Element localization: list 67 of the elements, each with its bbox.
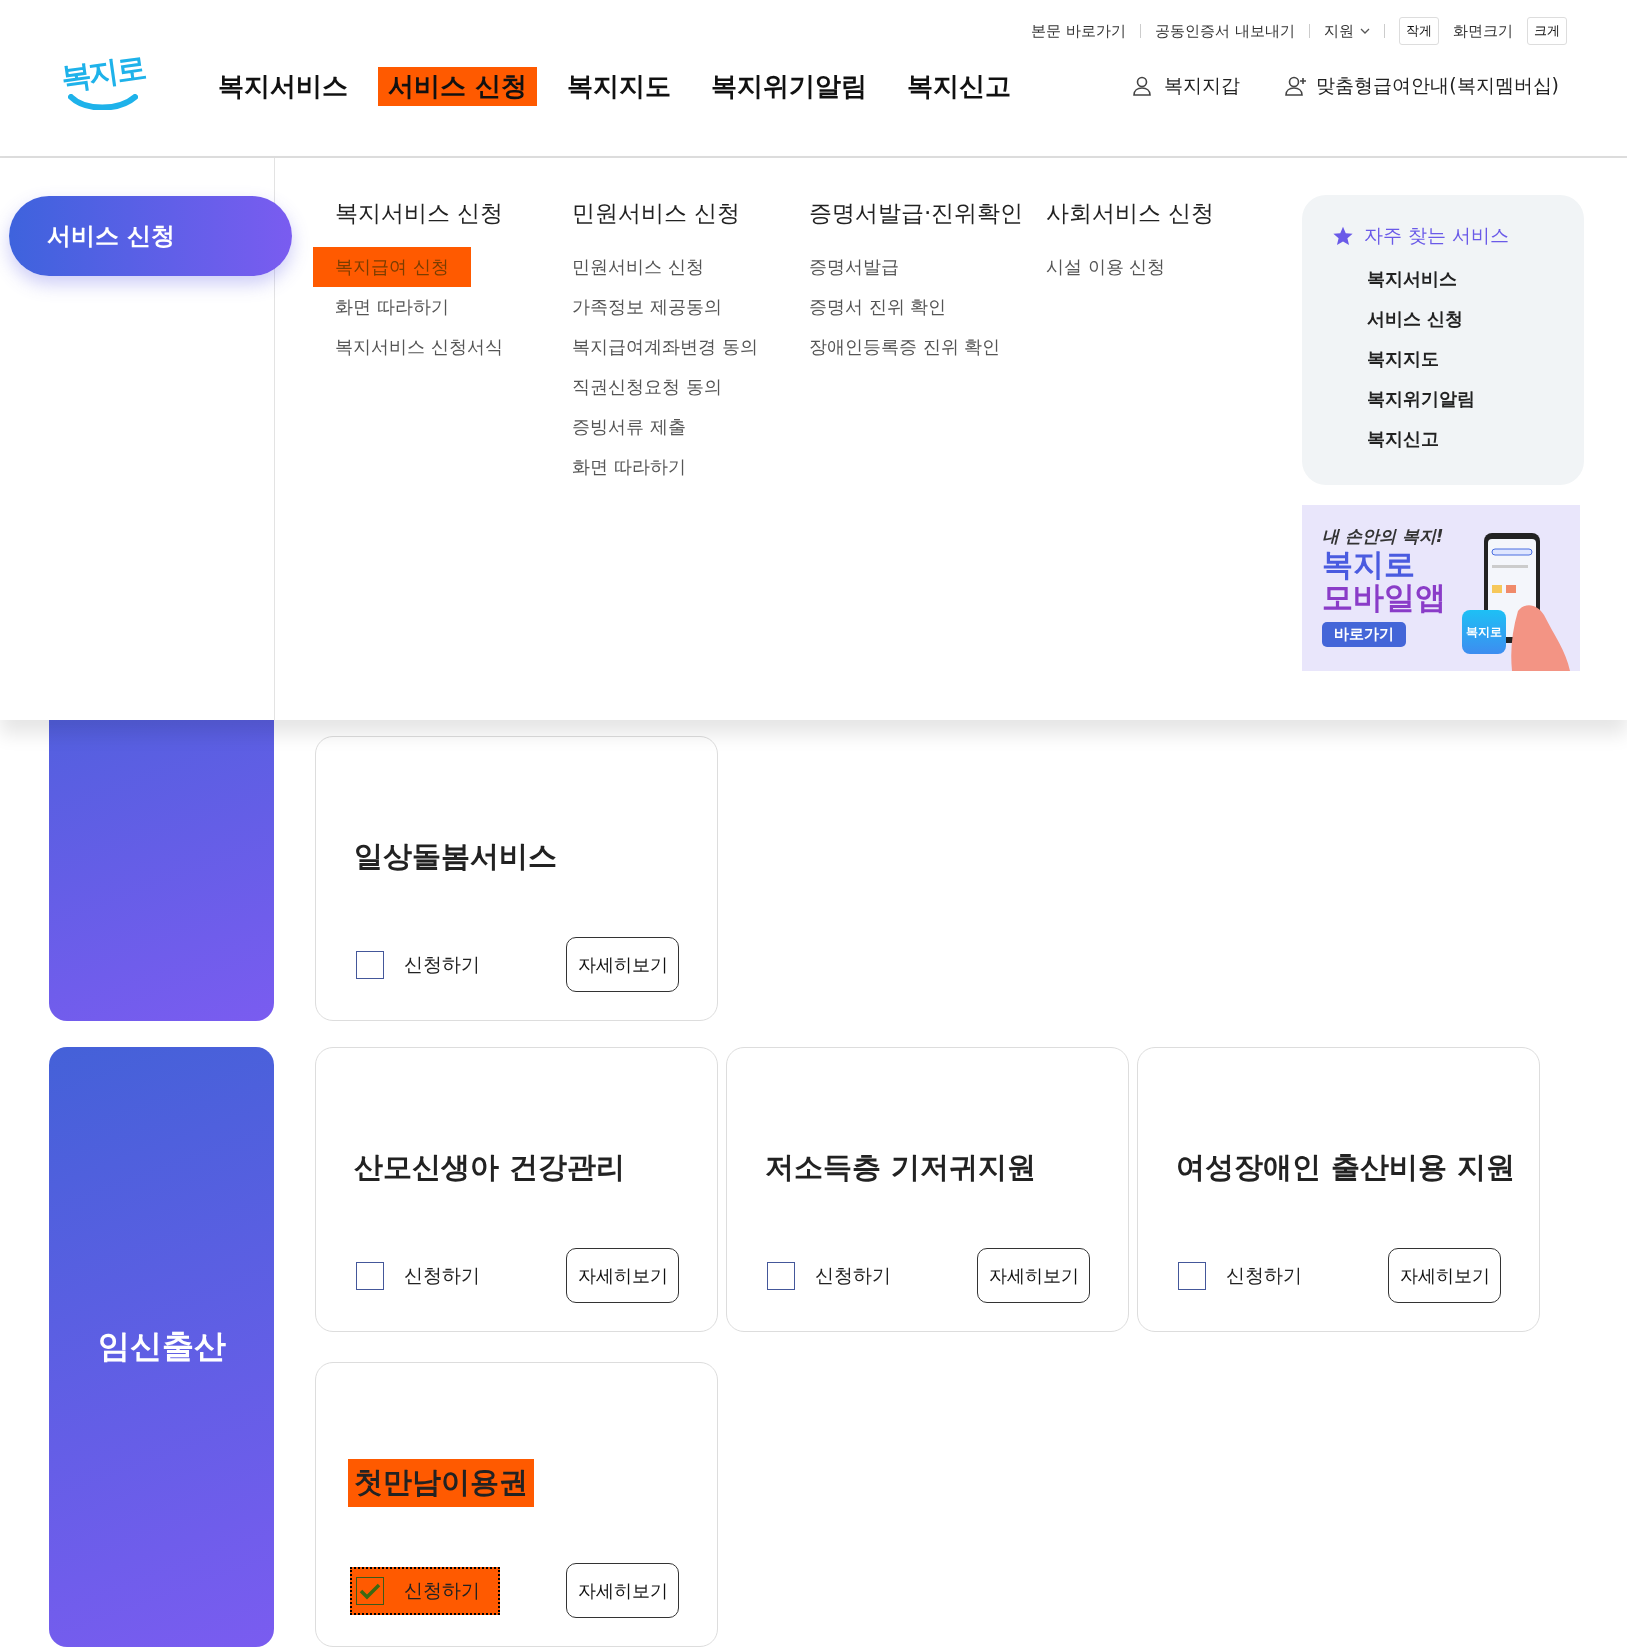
user-link[interactable]: 맞춤형급여안내(복지멤버십)	[1284, 73, 1559, 99]
favorite-link[interactable]: 복지지도	[1367, 339, 1584, 379]
apply-checkbox[interactable]: 신청하기	[350, 1251, 500, 1300]
banner-title: 복지로	[1322, 548, 1416, 581]
chevron-down-icon	[1360, 28, 1370, 34]
banner-tagline: 내 손안의 복지!	[1322, 525, 1445, 548]
service-title: 산모신생아 건강관리	[353, 1149, 627, 1186]
menu-link[interactable]: 시설 이용 신청	[1024, 247, 1188, 287]
app-icon: 복지로	[1462, 610, 1506, 654]
nav-item[interactable]: 복지서비스	[208, 66, 358, 106]
service-title: 일상돌봄서비스	[353, 838, 558, 875]
menu-link[interactable]: 장애인등록증 진위 확인	[787, 327, 1023, 367]
category-title: 임신출산	[97, 1326, 226, 1367]
menu-link[interactable]: 증명서 진위 확인	[787, 287, 969, 327]
menu-link[interactable]: 민원서비스 신청	[550, 247, 726, 287]
service-title: 저소득층 기저귀지원	[764, 1149, 1038, 1186]
details-button[interactable]: 자세히보기	[566, 1563, 679, 1618]
favorite-link[interactable]: 서비스 신청	[1367, 299, 1584, 339]
active-menu-tab[interactable]: 서비스 신청	[9, 196, 292, 276]
apply-checkbox[interactable]: 신청하기	[350, 940, 500, 989]
menu-heading: 민원서비스 신청	[572, 199, 742, 228]
star-icon	[1332, 225, 1354, 247]
service-title: 여성장애인 출산비용 지원	[1175, 1149, 1517, 1186]
menu-link[interactable]: 화면 따라하기	[313, 287, 471, 327]
font-larger-button[interactable]: 크게	[1527, 17, 1567, 45]
details-button[interactable]: 자세히보기	[566, 1248, 679, 1303]
menu-link[interactable]: 복지급여계좌변경 동의	[550, 327, 780, 367]
nav-item[interactable]: 복지지도	[557, 66, 682, 106]
checkbox[interactable]	[767, 1261, 795, 1290]
checkbox[interactable]	[356, 950, 384, 979]
details-button[interactable]: 자세히보기	[1388, 1248, 1501, 1303]
app-banner[interactable]: 내 손안의 복지! 복지로 모바일앱 바로가기 복지로	[1302, 505, 1580, 671]
nav-item[interactable]: 복지위기알림	[701, 66, 878, 106]
menu-link[interactable]: 화면 따라하기	[550, 447, 708, 487]
banner-title: 모바일앱	[1322, 581, 1446, 614]
menu-link[interactable]: 가족정보 제공동의	[550, 287, 744, 327]
checkbox[interactable]	[1178, 1261, 1206, 1290]
apply-checkbox[interactable]: 신청하기	[761, 1251, 911, 1300]
user-link[interactable]: 복지지갑	[1132, 73, 1241, 99]
font-size-label: 화면크기	[1453, 21, 1513, 41]
details-button[interactable]: 자세히보기	[977, 1248, 1090, 1303]
nav-item[interactable]: 서비스 신청	[378, 66, 538, 106]
menu-heading: 사회서비스 신청	[1046, 199, 1216, 228]
menu-heading: 복지서비스 신청	[335, 199, 505, 228]
favorite-link[interactable]: 복지위기알림	[1367, 379, 1584, 419]
menu-link[interactable]: 증빙서류 제출	[550, 407, 708, 447]
apply-checkbox[interactable]: 신청하기	[1172, 1251, 1322, 1300]
person-add-icon	[1284, 75, 1309, 97]
menu-link[interactable]: 직권신청요청 동의	[550, 367, 744, 407]
check-icon	[359, 1581, 381, 1600]
service-title: 첫만남이용권	[348, 1459, 534, 1507]
checkbox[interactable]	[356, 1576, 384, 1605]
language-dropdown[interactable]: 지원	[1324, 21, 1370, 41]
banner-button[interactable]: 바로가기	[1322, 622, 1406, 647]
favorite-link[interactable]: 복지서비스	[1367, 259, 1584, 299]
font-smaller-button[interactable]: 작게	[1399, 17, 1439, 45]
favorites-title: 자주 찾는 서비스	[1364, 223, 1510, 248]
details-button[interactable]: 자세히보기	[566, 937, 679, 992]
apply-checkbox[interactable]: 신청하기	[350, 1566, 500, 1615]
nav-item[interactable]: 복지신고	[897, 66, 1022, 106]
checkbox[interactable]	[356, 1261, 384, 1290]
utility-link[interactable]: 본문 바로가기	[1031, 21, 1127, 41]
utility-link[interactable]: 공동인증서 내보내기	[1155, 21, 1295, 41]
menu-link[interactable]: 복지서비스 신청서식	[313, 327, 525, 367]
menu-heading: 증명서발급·진위확인	[809, 199, 1025, 228]
favorite-link[interactable]: 복지신고	[1367, 419, 1584, 459]
menu-link[interactable]: 증명서발급	[787, 247, 921, 287]
